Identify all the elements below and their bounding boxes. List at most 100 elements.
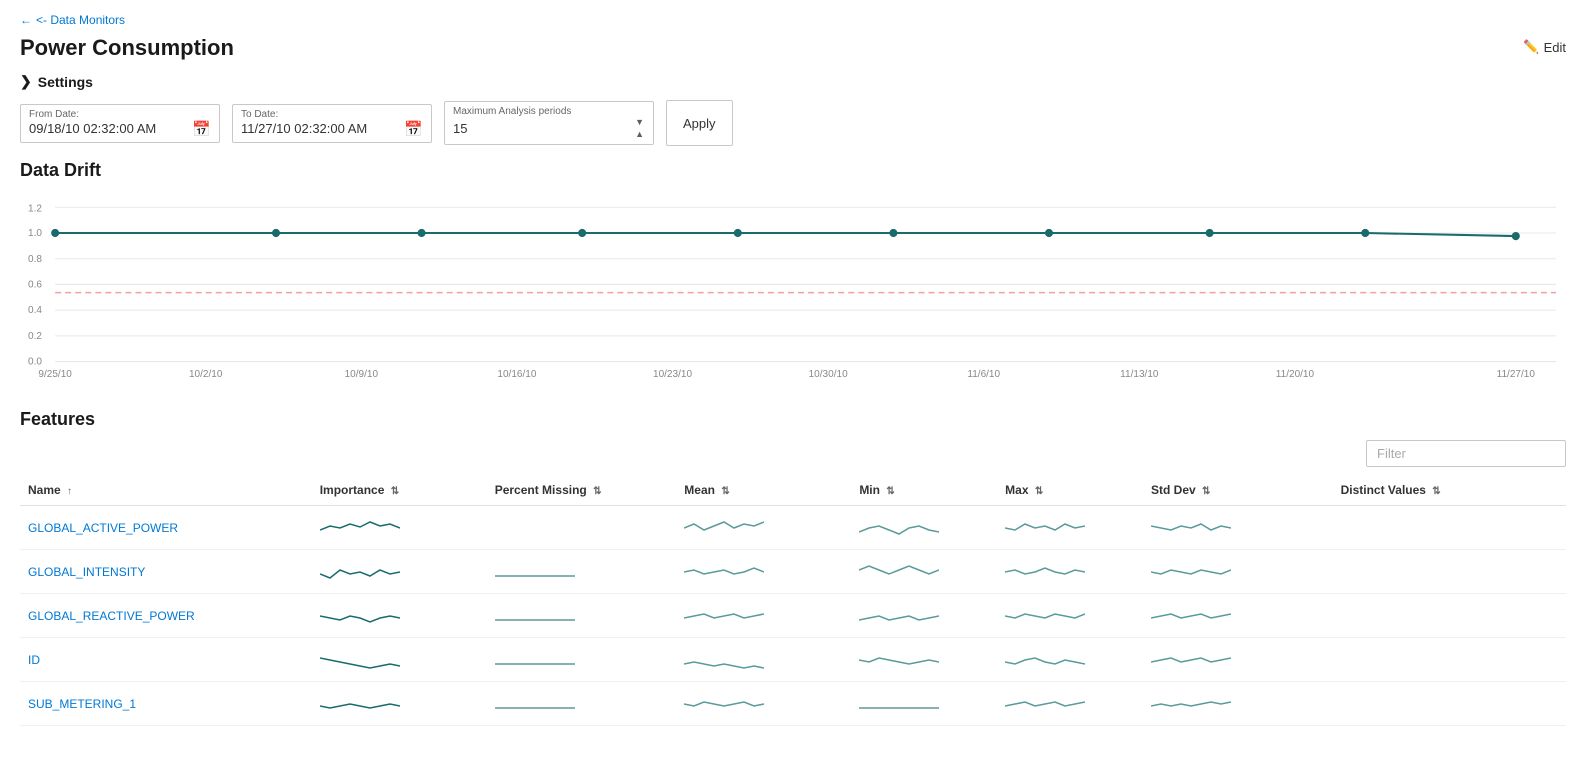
col-header-max[interactable]: Max ⇅ bbox=[997, 475, 1143, 506]
svg-text:10/16/10: 10/16/10 bbox=[497, 369, 536, 377]
cell-importance bbox=[312, 682, 487, 726]
svg-text:1.2: 1.2 bbox=[28, 203, 42, 214]
sort-percent-icon: ⇅ bbox=[593, 486, 601, 497]
from-date-input[interactable]: From Date: 09/18/10 02:32:00 AM 📅 bbox=[20, 104, 220, 143]
svg-text:0.0: 0.0 bbox=[28, 357, 42, 368]
page-title: Power Consumption bbox=[20, 35, 234, 61]
feature-name-link[interactable]: GLOBAL_INTENSITY bbox=[28, 565, 145, 579]
cell-max bbox=[997, 594, 1143, 638]
cell-name: GLOBAL_INTENSITY bbox=[20, 550, 312, 594]
table-row: GLOBAL_ACTIVE_POWER bbox=[20, 506, 1566, 550]
cell-std-dev bbox=[1143, 594, 1333, 638]
cell-std-dev bbox=[1143, 506, 1333, 550]
svg-text:0.8: 0.8 bbox=[28, 254, 42, 265]
apply-button[interactable]: Apply bbox=[666, 100, 733, 146]
data-drift-title: Data Drift bbox=[20, 160, 1566, 181]
table-row: SUB_METERING_1 bbox=[20, 682, 1566, 726]
cell-std-dev bbox=[1143, 682, 1333, 726]
feature-name-link[interactable]: GLOBAL_REACTIVE_POWER bbox=[28, 609, 195, 623]
analysis-spinners[interactable]: ▼ ▲ bbox=[634, 117, 645, 140]
settings-header[interactable]: ❯ Settings bbox=[20, 73, 1566, 90]
col-header-mean[interactable]: Mean ⇅ bbox=[676, 475, 851, 506]
features-table: Name ↑ Importance ⇅ Percent Missing ⇅ Me… bbox=[20, 475, 1566, 726]
cell-distinct bbox=[1333, 682, 1566, 726]
sort-distinct-icon: ⇅ bbox=[1432, 486, 1440, 497]
table-row: GLOBAL_INTENSITY bbox=[20, 550, 1566, 594]
edit-button[interactable]: ✏️ Edit bbox=[1523, 39, 1566, 55]
col-header-name[interactable]: Name ↑ bbox=[20, 475, 312, 506]
svg-text:1.0: 1.0 bbox=[28, 228, 42, 239]
cell-mean bbox=[676, 638, 851, 682]
table-header-row: Name ↑ Importance ⇅ Percent Missing ⇅ Me… bbox=[20, 475, 1566, 506]
svg-text:11/13/10: 11/13/10 bbox=[1120, 369, 1159, 377]
sort-importance-icon: ⇅ bbox=[391, 486, 399, 497]
features-title: Features bbox=[20, 409, 1566, 430]
cell-min bbox=[851, 638, 997, 682]
table-row: GLOBAL_REACTIVE_POWER bbox=[20, 594, 1566, 638]
feature-name-link[interactable]: ID bbox=[28, 653, 40, 667]
feature-name-link[interactable]: SUB_METERING_1 bbox=[28, 697, 136, 711]
cell-percent-missing bbox=[487, 506, 677, 550]
cell-name: SUB_METERING_1 bbox=[20, 682, 312, 726]
svg-text:10/30/10: 10/30/10 bbox=[809, 369, 848, 377]
settings-section: ❯ Settings From Date: 09/18/10 02:32:00 … bbox=[20, 73, 1566, 146]
cell-distinct bbox=[1333, 550, 1566, 594]
analysis-up-arrow[interactable]: ▲ bbox=[634, 129, 645, 140]
cell-mean bbox=[676, 506, 851, 550]
cell-min bbox=[851, 550, 997, 594]
svg-text:11/27/10: 11/27/10 bbox=[1497, 369, 1536, 377]
cell-percent-missing bbox=[487, 638, 677, 682]
cell-percent-missing bbox=[487, 594, 677, 638]
sort-min-icon: ⇅ bbox=[886, 486, 894, 497]
filter-row bbox=[20, 440, 1566, 467]
cell-percent-missing bbox=[487, 682, 677, 726]
cell-min bbox=[851, 506, 997, 550]
analysis-periods-select[interactable]: Maximum Analysis periods 15 ▼ ▲ bbox=[444, 101, 654, 145]
filter-input[interactable] bbox=[1366, 440, 1566, 467]
cell-name: ID bbox=[20, 638, 312, 682]
cell-min bbox=[851, 682, 997, 726]
chevron-right-icon: ❯ bbox=[20, 73, 32, 90]
back-link[interactable]: ← <- Data Monitors bbox=[20, 13, 125, 27]
svg-text:10/9/10: 10/9/10 bbox=[345, 369, 379, 377]
cell-importance bbox=[312, 550, 487, 594]
table-row: ID bbox=[20, 638, 1566, 682]
sort-name-icon: ↑ bbox=[67, 486, 72, 497]
cell-distinct bbox=[1333, 506, 1566, 550]
cell-importance bbox=[312, 506, 487, 550]
calendar-to-icon[interactable]: 📅 bbox=[404, 120, 423, 138]
cell-distinct bbox=[1333, 594, 1566, 638]
svg-text:11/6/10: 11/6/10 bbox=[967, 369, 1000, 377]
col-header-min[interactable]: Min ⇅ bbox=[851, 475, 997, 506]
to-date-input[interactable]: To Date: 11/27/10 02:32:00 AM 📅 bbox=[232, 104, 432, 143]
sort-mean-icon: ⇅ bbox=[721, 486, 729, 497]
settings-row: From Date: 09/18/10 02:32:00 AM 📅 To Dat… bbox=[20, 100, 1566, 146]
cell-max bbox=[997, 638, 1143, 682]
cell-max bbox=[997, 506, 1143, 550]
calendar-from-icon[interactable]: 📅 bbox=[192, 120, 211, 138]
svg-text:0.6: 0.6 bbox=[28, 279, 42, 290]
svg-text:10/23/10: 10/23/10 bbox=[653, 369, 692, 377]
col-header-distinct[interactable]: Distinct Values ⇅ bbox=[1333, 475, 1566, 506]
col-header-percent[interactable]: Percent Missing ⇅ bbox=[487, 475, 677, 506]
cell-name: GLOBAL_ACTIVE_POWER bbox=[20, 506, 312, 550]
cell-name: GLOBAL_REACTIVE_POWER bbox=[20, 594, 312, 638]
drift-chart-svg: 1.2 1.0 0.8 0.6 0.4 0.2 0.0 bbox=[20, 197, 1566, 377]
svg-text:9/25/10: 9/25/10 bbox=[38, 369, 72, 377]
sort-std-icon: ⇅ bbox=[1202, 486, 1210, 497]
feature-name-link[interactable]: GLOBAL_ACTIVE_POWER bbox=[28, 521, 178, 535]
cell-std-dev bbox=[1143, 550, 1333, 594]
back-arrow-icon: ← bbox=[20, 13, 32, 27]
cell-mean bbox=[676, 682, 851, 726]
analysis-down-arrow[interactable]: ▼ bbox=[634, 117, 645, 128]
cell-distinct bbox=[1333, 638, 1566, 682]
cell-importance bbox=[312, 638, 487, 682]
cell-max bbox=[997, 550, 1143, 594]
col-header-std[interactable]: Std Dev ⇅ bbox=[1143, 475, 1333, 506]
cell-min bbox=[851, 594, 997, 638]
col-header-importance[interactable]: Importance ⇅ bbox=[312, 475, 487, 506]
cell-importance bbox=[312, 594, 487, 638]
features-section: Features Name ↑ Importance ⇅ Percent Mis… bbox=[20, 409, 1566, 726]
cell-std-dev bbox=[1143, 638, 1333, 682]
svg-text:0.2: 0.2 bbox=[28, 331, 42, 342]
